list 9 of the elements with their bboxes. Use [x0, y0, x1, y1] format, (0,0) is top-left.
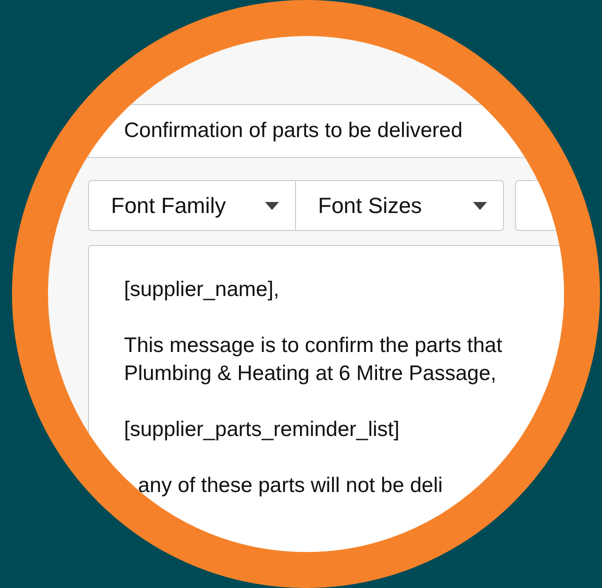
caret-icon [473, 202, 487, 210]
dropdown-button[interactable]: Font Sizes [296, 180, 504, 231]
body-paragraph: [supplier_parts_reminder_list] [124, 417, 400, 443]
caret-icon [265, 202, 279, 210]
editor-area[interactable]: [supplier_name], This message is to confirm the parts that Plumbing & Heating at 6 Mitre Passage, [supplier_parts_reminder_list] any of these parts will not be deli [88, 245, 564, 552]
body-paragraph: This message is to confirm the parts that Plumbing & Heating at 6 Mitre Passage, [124, 333, 502, 387]
dropdown-button[interactable]: Font Family [88, 180, 296, 231]
body-paragraph: [supplier_name], [124, 277, 280, 303]
body-paragraph: any of these parts will not be deli [138, 473, 443, 499]
